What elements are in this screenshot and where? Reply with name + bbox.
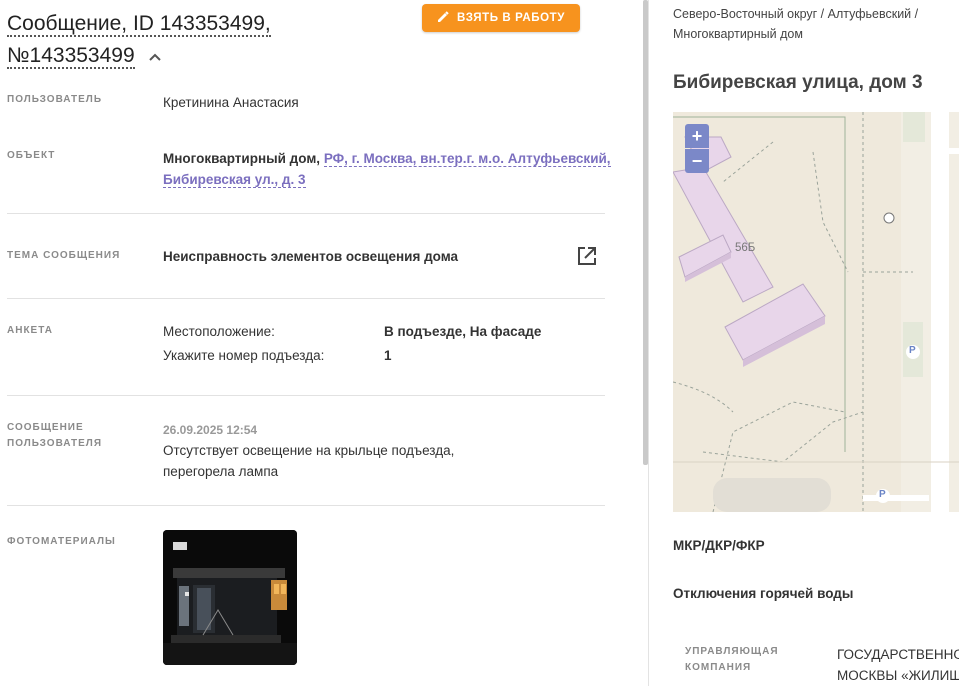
object-side-panel: Северо-Восточный округ / Алтуфьевский / … xyxy=(649,0,959,686)
parking-icon: P xyxy=(909,345,916,356)
object-address-title: Бибиревская улица, дом 3 xyxy=(673,72,923,93)
building-label: 56Б xyxy=(735,242,756,254)
divider xyxy=(7,395,605,396)
user-message-line-1: Отсутствует освещение на крыльце подъезд… xyxy=(163,443,455,458)
breadcrumb-line-2[interactable]: Многоквартирный дом xyxy=(673,27,803,41)
breadcrumb: Северо-Восточный округ / Алтуфьевский / … xyxy=(673,4,953,44)
message-panel: Сообщение, ID 143353499, №143353499 ВЗЯТ… xyxy=(0,0,640,686)
section-hot-water-outages[interactable]: Отключения горячей воды xyxy=(673,586,853,601)
object-address-link-2[interactable]: Бибиревская ул., д. 3 xyxy=(163,172,306,188)
map[interactable]: 56Б P P + − xyxy=(673,112,959,512)
object-type: Многоквартирный дом, xyxy=(163,151,321,166)
object-address-link-1[interactable]: РФ, г. Москва, вн.тер.г. м.о. Алтуфьевск… xyxy=(323,151,611,167)
user-message-label-2: ПОЛЬЗОВАТЕЛЯ xyxy=(7,438,103,449)
management-company-value-1: ГОСУДАРСТВЕННО xyxy=(837,647,959,662)
photos-label: ФОТОМАТЕРИАЛЫ xyxy=(7,536,116,547)
topic-label: ТЕМА СООБЩЕНИЯ xyxy=(7,250,121,261)
chevron-up-icon[interactable] xyxy=(148,40,162,72)
title-line-2: №143353499 xyxy=(7,44,135,69)
survey-question-2: Укажите номер подъезда: xyxy=(163,348,325,363)
management-company-value: ГОСУДАРСТВЕННО МОСКВЫ «ЖИЛИЩ xyxy=(837,644,959,686)
zoom-out-button[interactable]: − xyxy=(685,149,709,173)
take-to-work-label: ВЗЯТЬ В РАБОТУ xyxy=(456,12,566,24)
user-message-label-1: СООБЩЕНИЕ xyxy=(7,422,84,433)
title-line-1: Сообщение, ID 143353499, xyxy=(7,12,271,37)
management-company-value-2: МОСКВЫ «ЖИЛИЩ xyxy=(837,668,959,683)
take-to-work-button[interactable]: ВЗЯТЬ В РАБОТУ xyxy=(422,4,580,32)
management-company-label-1: УПРАВЛЯЮЩАЯ xyxy=(685,646,779,657)
divider xyxy=(7,505,605,506)
object-value: Многоквартирный дом, РФ, г. Москва, вн.т… xyxy=(163,148,611,190)
divider xyxy=(7,213,605,214)
survey-question-1: Местоположение: xyxy=(163,324,275,339)
external-link-icon[interactable] xyxy=(577,246,597,271)
management-company-label-2: КОМПАНИЯ xyxy=(685,662,752,673)
survey-answer-1: В подъезде, На фасаде xyxy=(384,324,542,339)
zoom-in-button[interactable]: + xyxy=(685,124,709,148)
topic-value: Неисправность элементов освещения дома xyxy=(163,249,459,264)
survey-answer-2: 1 xyxy=(384,348,392,363)
user-label: ПОЛЬЗОВАТЕЛЬ xyxy=(7,94,103,105)
photo-thumbnail[interactable] xyxy=(163,530,297,665)
pencil-icon xyxy=(437,10,449,26)
user-message-date: 26.09.2025 12:54 xyxy=(163,423,258,437)
user-message-line-2: перегорела лампа xyxy=(163,464,279,479)
parking-icon: P xyxy=(879,489,886,500)
page-title: Сообщение, ID 143353499, №143353499 xyxy=(7,8,271,72)
user-value: Кретинина Анастасия xyxy=(163,95,299,110)
management-company-label: УПРАВЛЯЮЩАЯ КОМПАНИЯ xyxy=(685,644,779,676)
section-mkr-dkr-fkr[interactable]: МКР/ДКР/ФКР xyxy=(673,538,765,553)
survey-label: АНКЕТА xyxy=(7,325,53,336)
divider xyxy=(7,298,605,299)
user-message-label: СООБЩЕНИЕ ПОЛЬЗОВАТЕЛЯ xyxy=(7,420,102,452)
breadcrumb-line-1[interactable]: Северо-Восточный округ / Алтуфьевский / xyxy=(673,7,918,21)
object-label: ОБЪЕКТ xyxy=(7,150,56,161)
user-message-text: Отсутствует освещение на крыльце подъезд… xyxy=(163,440,454,482)
